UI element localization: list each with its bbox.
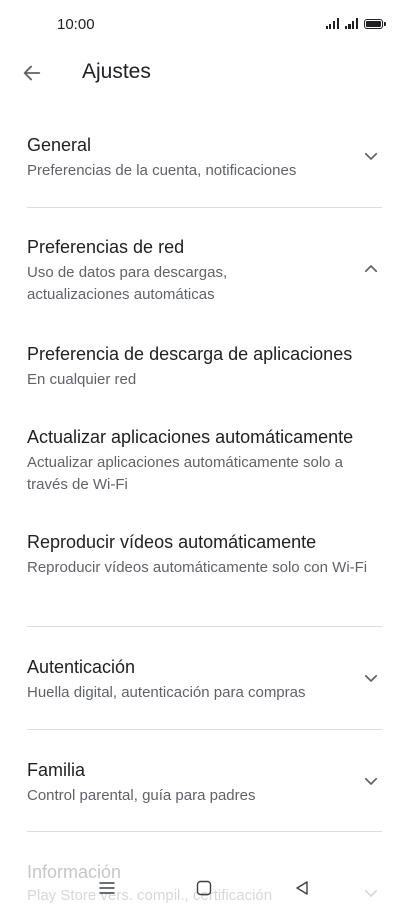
expand-family-button[interactable] — [360, 770, 382, 792]
section-subtitle: Control parental, guía para padres — [27, 787, 256, 804]
section-title: General — [27, 135, 92, 155]
section-title: Autenticación — [27, 657, 136, 677]
arrow-left-icon — [23, 65, 41, 81]
page-title: Ajustes — [82, 60, 151, 83]
section-title: Familia — [27, 760, 86, 780]
section-subtitle: Huella digital, autenticación para compr… — [27, 684, 306, 701]
section-network[interactable]: Preferencias de red Uso de datos para de… — [27, 236, 385, 306]
triangle-back-icon — [296, 881, 308, 895]
expand-authentication-button[interactable] — [360, 667, 382, 689]
signal-icon — [325, 17, 339, 29]
section-family[interactable]: Familia Control parental, guía para padr… — [27, 759, 385, 807]
collapse-network-button[interactable] — [360, 258, 382, 280]
setting-download-preference[interactable]: Preferencia de descarga de aplicaciones … — [27, 343, 385, 391]
status-icons — [325, 17, 386, 29]
section-authentication[interactable]: Autenticación Huella digital, autenticac… — [27, 656, 385, 704]
menu-icon — [99, 882, 115, 894]
square-home-icon — [196, 880, 212, 896]
expand-general-button[interactable] — [360, 145, 382, 167]
setting-title: Actualizar aplicaciones automáticamente — [27, 427, 354, 447]
back-button[interactable] — [14, 55, 50, 91]
signal-icon — [344, 17, 358, 29]
nav-home-button[interactable] — [190, 874, 218, 902]
chevron-down-icon — [364, 777, 378, 785]
status-bar: 10:00 — [0, 0, 409, 50]
nav-menu-button[interactable] — [93, 874, 121, 902]
divider — [27, 729, 382, 730]
battery-icon — [364, 19, 386, 29]
setting-autoplay-videos[interactable]: Reproducir vídeos automáticamente Reprod… — [27, 531, 385, 579]
divider — [27, 207, 382, 208]
nav-back-button[interactable] — [288, 874, 316, 902]
setting-subtitle: Actualizar aplicaciones automáticamente … — [27, 454, 344, 493]
chevron-down-icon — [364, 152, 378, 160]
status-time: 10:00 — [57, 16, 95, 33]
setting-subtitle: En cualquier red — [27, 371, 137, 388]
setting-title: Reproducir vídeos automáticamente — [27, 532, 317, 552]
chevron-up-icon — [364, 265, 378, 273]
setting-auto-update[interactable]: Actualizar aplicaciones automáticamente … — [27, 426, 385, 496]
app-bar: Ajustes — [0, 50, 409, 96]
setting-subtitle: Reproducir vídeos automáticamente solo c… — [27, 559, 368, 576]
system-nav-bar — [0, 868, 409, 904]
section-subtitle: Preferencias de la cuenta, notificacione… — [27, 162, 297, 179]
section-general[interactable]: General Preferencias de la cuenta, notif… — [27, 134, 385, 182]
divider — [27, 626, 382, 627]
section-subtitle: Uso de datos para descargas, actualizaci… — [27, 264, 228, 303]
setting-title: Preferencia de descarga de aplicaciones — [27, 344, 353, 364]
divider — [27, 831, 382, 832]
chevron-down-icon — [364, 674, 378, 682]
section-title: Preferencias de red — [27, 237, 185, 257]
